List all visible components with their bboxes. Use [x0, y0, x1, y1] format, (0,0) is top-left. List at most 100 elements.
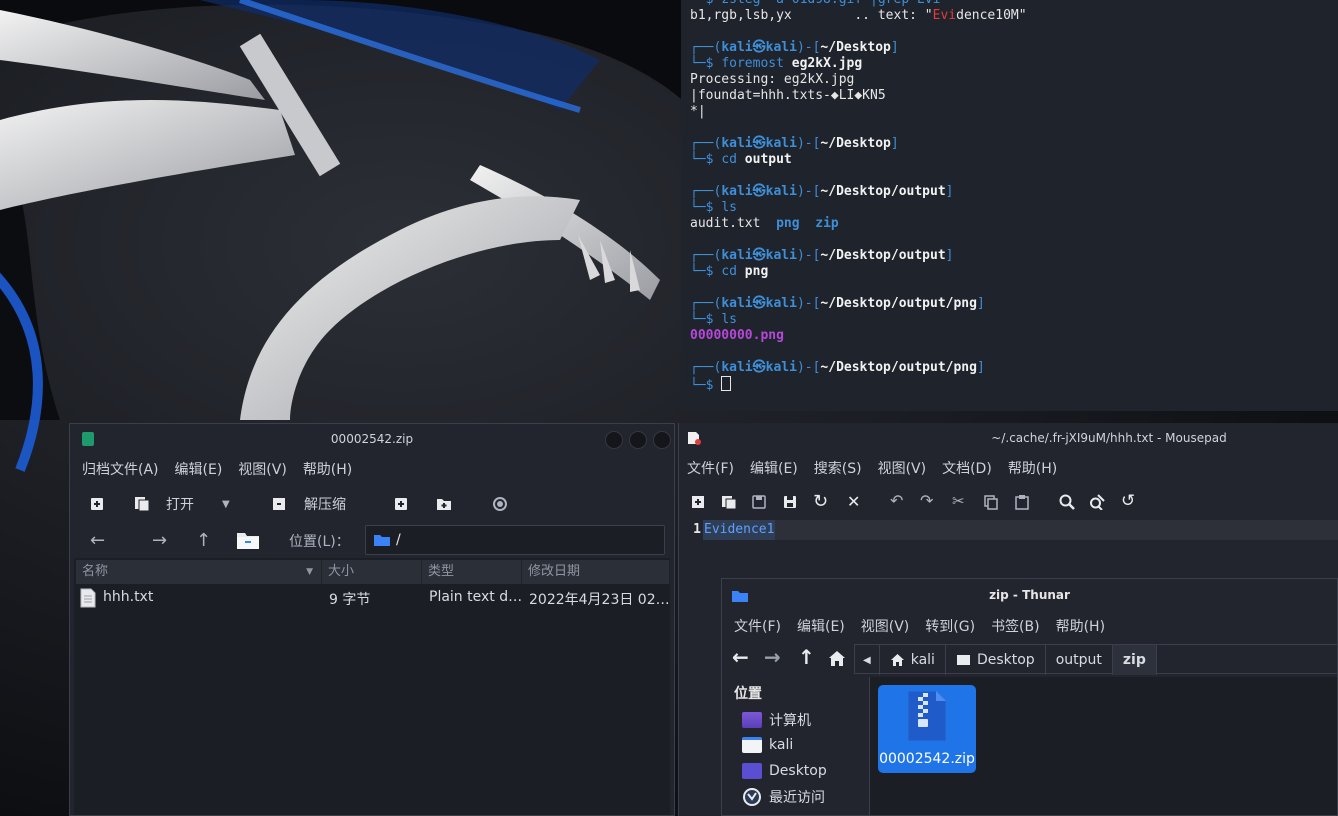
- minimize-button[interactable]: [605, 431, 623, 449]
- home-folder-icon: [742, 737, 762, 753]
- breadcrumb-left-icon[interactable]: ◀: [855, 645, 880, 675]
- zip-file-item[interactable]: 00002542.zip: [878, 685, 976, 773]
- menu-search[interactable]: 搜索(S): [814, 458, 862, 478]
- menu-help[interactable]: 帮助(H): [1056, 616, 1105, 636]
- terminal-line: ┌──(kali㉿kali)-[~/Desktop/output/png]: [681, 360, 1338, 376]
- mousepad-titlebar[interactable]: ~/.cache/.fr-jXI9uM/hhh.txt - Mousepad: [679, 423, 1338, 453]
- menu-go[interactable]: 转到(G): [925, 616, 975, 636]
- column-type[interactable]: 类型: [422, 560, 522, 584]
- go-to-icon[interactable]: ↺: [1121, 491, 1135, 511]
- reload-icon[interactable]: ↻: [813, 491, 828, 512]
- editor-area[interactable]: 1 Evidence1: [679, 520, 1338, 540]
- column-name-label: 名称: [82, 564, 109, 579]
- table-row[interactable]: hhh.txt 9 字节 Plain text d… 2022年4月23日 02…: [76, 586, 670, 610]
- terminal-command: cd: [721, 264, 737, 279]
- place-recent[interactable]: 最近访问: [742, 784, 825, 810]
- terminal-window[interactable]: └─$ zsteg -a 01d98.gif |grep Evib1,rgb,l…: [681, 0, 1338, 411]
- archive-titlebar[interactable]: 00002542.zip: [70, 424, 674, 454]
- terminal-command: foremost: [721, 56, 784, 71]
- menu-view[interactable]: 视图(V): [878, 458, 927, 478]
- close-button[interactable]: [653, 431, 671, 449]
- ls-file: audit.txt: [690, 216, 761, 231]
- column-name[interactable]: 名称 ▼: [76, 560, 322, 584]
- save-icon[interactable]: [752, 495, 766, 509]
- place-recent-label: 最近访问: [769, 790, 825, 806]
- column-size[interactable]: 大小: [322, 560, 422, 584]
- back-arrow-icon[interactable]: ←: [732, 645, 749, 669]
- menu-archive[interactable]: 归档文件(A): [82, 459, 159, 479]
- prompt-decoration: ┌──(: [690, 360, 722, 375]
- add-files-icon[interactable]: [394, 490, 408, 518]
- menu-bookmarks[interactable]: 书签(B): [991, 616, 1040, 636]
- search-icon[interactable]: [1059, 494, 1075, 510]
- new-window-icon[interactable]: [721, 495, 737, 510]
- place-desktop[interactable]: Desktop: [742, 758, 827, 784]
- open-archive-icon[interactable]: [134, 490, 150, 518]
- forward-arrow-icon[interactable]: →: [152, 530, 167, 551]
- extract-icon[interactable]: [272, 490, 286, 518]
- menu-view[interactable]: 视图(V): [238, 459, 287, 479]
- prompt-path: ~/Desktop: [820, 40, 891, 55]
- redo-icon[interactable]: ↷: [920, 491, 933, 510]
- save-as-icon[interactable]: [783, 495, 797, 509]
- terminal-output: Processing: eg2kX.jpg: [690, 72, 855, 87]
- menu-help[interactable]: 帮助(H): [303, 459, 352, 479]
- terminal-output: b1,rgb,lsb,yx .. text: ": [690, 8, 933, 23]
- thunar-titlebar[interactable]: zip - Thunar: [722, 579, 1337, 611]
- new-archive-icon[interactable]: [90, 490, 104, 518]
- terminal-line: └─$: [681, 376, 1338, 393]
- breadcrumb-kali[interactable]: kali: [880, 645, 946, 675]
- extract-label: 解压缩: [304, 497, 346, 513]
- home-icon[interactable]: [828, 650, 846, 667]
- archive-menubar: 归档文件(A) 编辑(E) 视图(V) 帮助(H): [70, 454, 674, 484]
- menu-edit[interactable]: 编辑(E): [175, 459, 223, 479]
- menu-edit[interactable]: 编辑(E): [750, 458, 798, 478]
- close-document-icon[interactable]: ✕: [847, 492, 860, 511]
- maximize-button[interactable]: [629, 431, 647, 449]
- up-arrow-icon[interactable]: ↑: [798, 645, 815, 669]
- open-dropdown-icon[interactable]: ▼: [222, 490, 230, 518]
- paste-icon[interactable]: [1015, 494, 1029, 510]
- breadcrumb-zip[interactable]: zip: [1112, 645, 1157, 675]
- cut-icon[interactable]: ✂: [952, 492, 965, 510]
- ls-image-file: 00000000.png: [690, 328, 784, 343]
- archive-manager-window: 00002542.zip 归档文件(A) 编辑(E) 视图(V) 帮助(H) 打…: [69, 423, 675, 816]
- undo-icon[interactable]: ↶: [890, 491, 903, 510]
- menu-file[interactable]: 文件(F): [687, 458, 734, 478]
- column-size-label: 大小: [328, 564, 355, 579]
- terminal-line: └─$ zsteg -a 01d98.gif |grep Evi: [681, 0, 1338, 8]
- copy-icon[interactable]: [984, 495, 998, 510]
- add-folder-icon[interactable]: [436, 490, 452, 518]
- breadcrumb-desktop[interactable]: Desktop: [946, 645, 1046, 675]
- terminal-output: *|: [690, 104, 706, 119]
- terminal-line: └─$ cd png: [681, 264, 1338, 280]
- menu-help[interactable]: 帮助(H): [1008, 458, 1057, 478]
- stop-icon[interactable]: [492, 490, 508, 518]
- extract-button[interactable]: 解压缩: [304, 490, 346, 518]
- menu-file[interactable]: 文件(F): [734, 616, 781, 636]
- menu-document[interactable]: 文档(D): [942, 458, 992, 478]
- terminal-argument: output: [744, 152, 792, 167]
- place-kali[interactable]: kali: [742, 732, 793, 758]
- place-computer[interactable]: 计算机: [742, 707, 811, 733]
- open-button[interactable]: 打开: [166, 490, 194, 518]
- breadcrumb-desktop-label: Desktop: [976, 652, 1035, 668]
- new-document-icon[interactable]: [691, 495, 705, 509]
- menu-edit[interactable]: 编辑(E): [797, 616, 845, 636]
- prompt-path: ~/Desktop: [820, 136, 891, 151]
- breadcrumb-output[interactable]: output: [1046, 645, 1113, 675]
- back-arrow-icon[interactable]: ←: [90, 530, 105, 551]
- column-date[interactable]: 修改日期: [522, 560, 670, 584]
- prompt-decoration: ]: [945, 248, 954, 263]
- home-folder-icon[interactable]: [236, 530, 260, 550]
- up-arrow-icon[interactable]: ↑: [196, 530, 211, 551]
- forward-arrow-icon[interactable]: →: [764, 645, 781, 669]
- column-type-label: 类型: [428, 564, 455, 579]
- menu-view[interactable]: 视图(V): [861, 616, 910, 636]
- find-replace-icon[interactable]: [1089, 494, 1105, 510]
- current-line-highlight: [703, 520, 1338, 540]
- location-field[interactable]: /: [365, 525, 665, 555]
